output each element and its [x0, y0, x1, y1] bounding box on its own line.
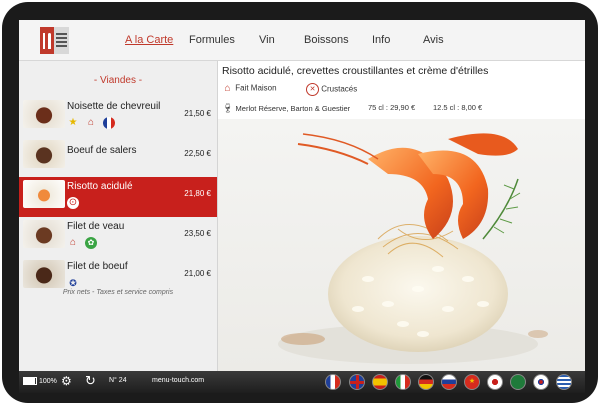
- flag-gr-icon[interactable]: [556, 374, 572, 390]
- crustacean-icon: ⊙: [67, 197, 79, 209]
- tab-a-la-carte[interactable]: A la Carte: [125, 34, 173, 46]
- battery-indicator: 100%: [23, 377, 57, 385]
- wine-price-125: 12.5 cl : 8,00 €: [433, 103, 483, 112]
- item-name: Boeuf de salers: [67, 145, 137, 156]
- dish-thumbnail: [23, 220, 65, 248]
- item-price: 23,50 €: [184, 229, 211, 238]
- tab-formules[interactable]: Formules: [189, 34, 235, 46]
- flag-jp-icon[interactable]: [487, 374, 503, 390]
- battery-icon: [23, 377, 37, 385]
- list-item-boeuf-salers[interactable]: Boeuf de salers 22,50 €: [19, 137, 217, 177]
- item-price: 21,50 €: [184, 109, 211, 118]
- crustacean-icon: ✕: [306, 83, 319, 96]
- tab-avis[interactable]: Avis: [423, 34, 444, 46]
- tab-boissons[interactable]: Boissons: [304, 34, 349, 46]
- list-item-filet-veau[interactable]: Filet de veau 23,50 € ⌂ ✿: [19, 217, 217, 257]
- list-item-noisette[interactable]: Noisette de chevreuil 21,50 € ★ ⌂: [19, 97, 217, 137]
- list-item-risotto[interactable]: Risotto acidulé 21,80 € ⊙: [19, 177, 217, 217]
- item-name: Noisette de chevreuil: [67, 101, 161, 112]
- app-screen: A la Carte Formules Vin Boissons Info Av…: [19, 20, 585, 393]
- item-price: 21,00 €: [184, 269, 211, 278]
- label-rouge-icon: ✪: [69, 278, 77, 288]
- wine-name: Merlot Réserve, Barton & Guestier: [235, 104, 351, 113]
- flag-ru-icon[interactable]: [441, 374, 457, 390]
- flag-de-icon[interactable]: [418, 374, 434, 390]
- flag-uk-icon[interactable]: [349, 374, 365, 390]
- price-disclaimer: Prix nets - Taxes et service compris: [62, 289, 174, 296]
- dish-photo: [218, 119, 585, 371]
- allergen-label: Crustacés: [321, 84, 358, 94]
- dish-thumbnail: [23, 260, 65, 288]
- homemade-label: Fait Maison: [235, 83, 277, 93]
- category-title: - Viandes -: [93, 75, 143, 86]
- item-name: Filet de veau: [67, 221, 125, 232]
- item-name: Filet de boeuf: [67, 261, 128, 272]
- risotto-shrimp-illustration: [278, 133, 548, 364]
- tab-vin[interactable]: Vin: [259, 34, 275, 46]
- homemade-icon: ⌂: [69, 237, 77, 248]
- allergen-tag: ✕ Crustacés: [306, 83, 357, 96]
- star-icon: ★: [68, 117, 78, 128]
- homemade-tag: ⌂ Fait Maison: [222, 83, 277, 94]
- item-name: Risotto acidulé: [67, 181, 133, 192]
- flag-it-icon[interactable]: [395, 374, 411, 390]
- menu-list: - Viandes - Noisette de chevreuil 21,50 …: [19, 61, 218, 371]
- restaurant-logo-icon[interactable]: [40, 27, 69, 54]
- bottom-toolbar: 100% ⚙ ↻ N° 24 menu-touch.com ★: [19, 371, 585, 393]
- site-link[interactable]: menu-touch.com: [152, 377, 204, 384]
- top-nav: A la Carte Formules Vin Boissons Info Av…: [19, 20, 585, 61]
- dish-thumbnail: [23, 100, 65, 128]
- flag-es-icon[interactable]: [372, 374, 388, 390]
- battery-level: 100%: [38, 377, 57, 385]
- dish-thumbnail: [23, 180, 65, 208]
- dish-detail: Risotto acidulé, crevettes croustillante…: [218, 61, 585, 371]
- dish-thumbnail: [23, 140, 65, 168]
- france-flag-icon: [103, 117, 115, 129]
- flag-kr-icon[interactable]: [533, 374, 549, 390]
- wine-glass-icon: 🍷︎: [222, 103, 234, 113]
- refresh-icon[interactable]: ↻: [85, 373, 96, 389]
- flag-cn-icon[interactable]: ★: [464, 374, 480, 390]
- gear-icon[interactable]: ⚙: [61, 374, 72, 388]
- wine-pairing[interactable]: 🍷︎ Merlot Réserve, Barton & Guestier: [222, 103, 350, 114]
- table-number: N° 24: [109, 377, 127, 384]
- item-price: 21,80 €: [184, 189, 211, 198]
- tab-info[interactable]: Info: [372, 34, 390, 46]
- flag-sa-icon[interactable]: [510, 374, 526, 390]
- tablet-frame: A la Carte Formules Vin Boissons Info Av…: [2, 2, 598, 403]
- homemade-icon: ⌂: [87, 117, 95, 128]
- item-price: 22,50 €: [184, 149, 211, 158]
- flag-fr-icon[interactable]: [325, 374, 341, 390]
- organic-icon: ✿: [85, 237, 97, 249]
- dish-title: Risotto acidulé, crevettes croustillante…: [222, 65, 489, 77]
- homemade-icon: ⌂: [224, 83, 231, 94]
- wine-price-75: 75 cl : 29,90 €: [368, 103, 416, 112]
